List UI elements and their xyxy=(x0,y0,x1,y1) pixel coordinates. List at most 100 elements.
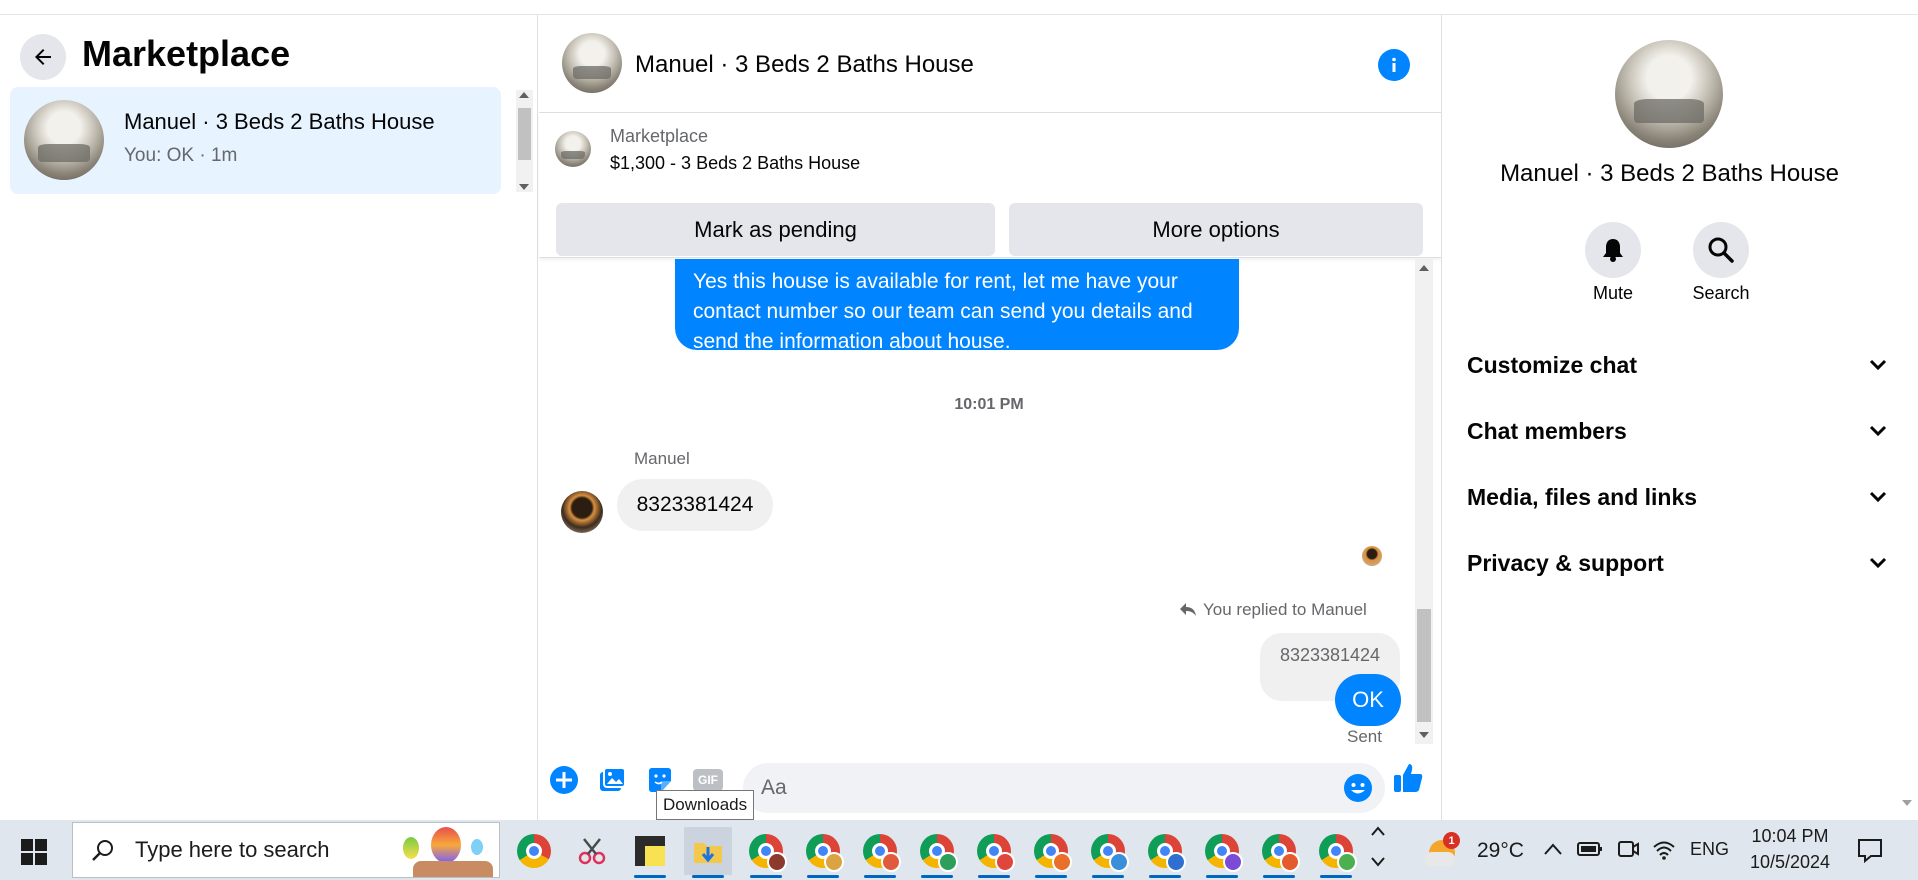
message-timestamp: 10:01 PM xyxy=(954,396,1024,413)
section-label: Chat members xyxy=(1467,417,1627,444)
downloads-folder-icon xyxy=(694,843,722,863)
read-receipt-avatar xyxy=(1362,546,1382,566)
chevron-down-icon xyxy=(1371,857,1385,867)
taskbar-overflow-scroller[interactable] xyxy=(1370,824,1388,876)
chrome-icon xyxy=(1319,834,1357,872)
taskbar-chrome-profile-11[interactable] xyxy=(1312,827,1360,878)
taskbar-chrome-profile-1[interactable] xyxy=(742,827,790,878)
profile-avatar[interactable] xyxy=(1615,40,1723,148)
notifications-button[interactable] xyxy=(1857,837,1883,868)
chevron-down-icon xyxy=(1869,425,1887,437)
taskbar-chrome-profile-2[interactable] xyxy=(799,827,847,878)
battery-icon[interactable] xyxy=(1577,841,1603,862)
incoming-message-bubble[interactable]: 8323381424 xyxy=(617,479,773,531)
scrollbar-thumb[interactable] xyxy=(518,108,531,160)
chrome-icon xyxy=(977,834,1015,872)
thread-scrollbar[interactable] xyxy=(1415,259,1433,744)
listing-thumbnail[interactable] xyxy=(555,131,591,167)
taskbar-downloads-folder[interactable] xyxy=(684,827,732,878)
chrome-icon xyxy=(749,834,787,872)
show-hidden-icons-button[interactable] xyxy=(1543,842,1563,861)
chrome-icon xyxy=(1262,834,1300,872)
taskbar-chrome-profile-4[interactable] xyxy=(913,827,961,878)
conversation-preview: You: OK · 1m xyxy=(124,145,238,166)
conversation-name: Manuel · 3 Beds 2 Baths House xyxy=(124,109,435,134)
weather-badge: 1 xyxy=(1443,832,1460,849)
conversation-item[interactable]: Manuel · 3 Beds 2 Baths House You: OK · … xyxy=(10,87,501,194)
message-input[interactable]: Aa xyxy=(743,763,1385,813)
taskbar-chrome-profile-10[interactable] xyxy=(1255,827,1303,878)
outgoing-message-bubble[interactable]: Yes this house is available for rent, le… xyxy=(675,259,1239,353)
outgoing-ok-bubble[interactable]: OK xyxy=(1335,674,1401,726)
chrome-icon xyxy=(1205,834,1243,872)
clock[interactable]: 10:04 PM 10/5/2024 xyxy=(1745,826,1835,873)
windows-taskbar: Type here to search 1 29°C ENG 10:04 PM … xyxy=(0,820,1918,880)
media-files-links-section[interactable]: Media, files and links xyxy=(1467,477,1887,517)
listing-bar: Marketplace $1,300 - 3 Beds 2 Baths Hous… xyxy=(539,113,1441,258)
taskbar-chrome-profile-3[interactable] xyxy=(856,827,904,878)
mute-button[interactable] xyxy=(1585,222,1641,278)
privacy-support-section[interactable]: Privacy & support xyxy=(1467,543,1887,583)
chrome-icon xyxy=(1034,834,1072,872)
chevron-up-icon xyxy=(1371,826,1385,836)
taskbar-chrome-profile-6[interactable] xyxy=(1027,827,1075,878)
taskbar-chrome-profile-8[interactable] xyxy=(1141,827,1189,878)
taskbar-chrome[interactable] xyxy=(510,827,558,875)
chevron-up-icon xyxy=(1544,843,1562,855)
more-options-button[interactable]: More options xyxy=(1009,203,1423,256)
chevron-down-icon xyxy=(1869,491,1887,503)
weather-widget[interactable]: 1 29°C xyxy=(1425,830,1537,872)
profile-title[interactable]: Manuel · 3 Beds 2 Baths House xyxy=(1442,160,1897,188)
chrome-icon xyxy=(517,834,551,868)
taskbar-chrome-profile-7[interactable] xyxy=(1084,827,1132,878)
mute-label: Mute xyxy=(1592,283,1634,303)
attach-photo-button[interactable] xyxy=(595,763,629,797)
taskbar-chrome-profile-9[interactable] xyxy=(1198,827,1246,878)
meet-now-icon[interactable] xyxy=(1617,838,1639,865)
weather-icon: 1 xyxy=(1425,832,1460,868)
scroll-down-arrow-icon[interactable] xyxy=(1419,732,1429,738)
gif-icon: GIF xyxy=(693,769,723,791)
info-button[interactable] xyxy=(1378,49,1410,81)
search-conversation-button[interactable] xyxy=(1693,222,1749,278)
taskbar-sticky-notes[interactable] xyxy=(626,827,674,878)
section-label: Customize chat xyxy=(1467,351,1637,378)
chevron-down-icon xyxy=(1869,557,1887,569)
notification-icon xyxy=(1858,839,1882,864)
thumbs-up-icon xyxy=(1394,764,1423,792)
start-button[interactable] xyxy=(20,838,48,866)
scroll-up-arrow-icon[interactable] xyxy=(1419,265,1429,271)
chat-panel: Manuel · 3 Beds 2 Baths House Marketplac… xyxy=(539,15,1441,820)
mark-as-pending-button[interactable]: Mark as pending xyxy=(556,203,995,256)
thread-scrollbar-thumb[interactable] xyxy=(1417,609,1431,722)
scroll-up-arrow-icon[interactable] xyxy=(519,92,529,98)
chrome-icon xyxy=(1091,834,1129,872)
customize-chat-section[interactable]: Customize chat xyxy=(1467,345,1887,385)
photo-icon xyxy=(600,767,626,791)
taskbar-snipping-tool[interactable] xyxy=(568,827,616,875)
chat-members-section[interactable]: Chat members xyxy=(1467,411,1887,451)
plus-circle-icon xyxy=(550,766,578,794)
chrome-icon xyxy=(806,834,844,872)
reply-arrow-icon xyxy=(1180,603,1196,616)
search-icon xyxy=(1708,237,1734,263)
chat-title[interactable]: Manuel · 3 Beds 2 Baths House xyxy=(635,51,974,79)
taskbar-search-box[interactable]: Type here to search xyxy=(72,822,500,878)
page-scroll-down-arrow-icon[interactable] xyxy=(1902,800,1912,806)
wifi-icon[interactable] xyxy=(1652,838,1676,865)
emoji-button[interactable] xyxy=(1343,773,1373,803)
sender-avatar[interactable] xyxy=(561,491,603,533)
chat-avatar[interactable] xyxy=(562,33,622,93)
language-indicator[interactable]: ENG xyxy=(1690,839,1729,860)
taskbar-chrome-profile-5[interactable] xyxy=(970,827,1018,878)
clock-time: 10:04 PM xyxy=(1751,826,1829,846)
like-button[interactable] xyxy=(1391,761,1425,795)
chevron-down-icon xyxy=(1869,359,1887,371)
chrome-icon xyxy=(920,834,958,872)
chrome-icon xyxy=(1148,834,1186,872)
back-button[interactable] xyxy=(20,34,66,80)
listing-title[interactable]: $1,300 - 3 Beds 2 Baths House xyxy=(610,153,860,174)
conversation-list-scrollbar[interactable] xyxy=(516,90,533,192)
scroll-down-arrow-icon[interactable] xyxy=(519,184,529,190)
more-actions-button[interactable] xyxy=(547,763,581,797)
